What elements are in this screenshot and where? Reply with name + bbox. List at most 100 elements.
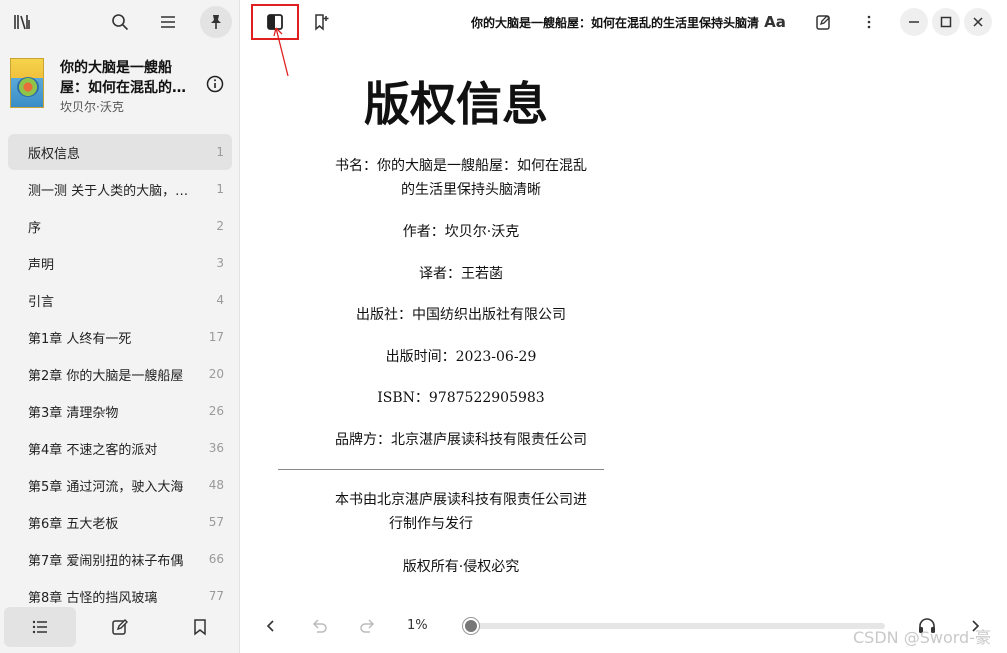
menu-button[interactable] [152,6,184,38]
toc-item-label: 第2章 你的大脑是一艘船屋 [28,368,184,384]
prev-page-icon [266,620,274,632]
toc-item-page: 36 [208,441,224,455]
toc-item-page: 66 [208,552,224,566]
minimize-icon [909,21,919,23]
redo-button[interactable] [354,612,382,640]
toc-item-label: 第1章 人终有一死 [28,331,132,347]
toc-item-label: 声明 [28,257,55,273]
toc-item[interactable]: 第5章 通过河流，驶入大海 48 [8,467,232,503]
redo-icon [360,619,375,633]
toc-item-page: 48 [208,478,224,492]
toc-item[interactable]: 测一测 关于人类的大脑，你… 1 [8,171,232,207]
toc-item-label: 第7章 爱闹别扭的袜子布偶 [28,553,184,569]
divider [278,469,604,470]
font-settings-button[interactable]: Aa [759,6,791,38]
production-note-line-2: 行制作与发行 [389,516,473,532]
production-note-line-1: 本书由北京湛庐展读科技有限责任公司进 [335,492,587,508]
prev-page-button[interactable] [257,612,285,640]
document-title: 你的大脑是一艘船屋：如何在混乱的生活里保持头脑清 [471,16,760,30]
toc-item-label: 序 [28,220,42,236]
book-title: 你的大脑是一艘船屋：如何在混乱的… [60,60,186,96]
toc-item[interactable]: 第3章 清理杂物 26 [8,393,232,429]
toc-item-page: 57 [208,515,224,529]
toc-item[interactable]: 第6章 五大老板 57 [8,504,232,540]
toc-item-page: 1 [216,145,224,159]
toc-item-page: 26 [208,404,224,418]
minimize-button[interactable] [900,8,928,36]
toc-item-label: 第4章 不速之客的派对 [28,442,158,458]
info-icon [206,75,224,93]
close-button[interactable] [964,8,992,36]
sidebar: 你的大脑是一艘船屋：如何在混乱的… 坎贝尔·沃克 版权信息 1 测一测 关于人类的大… [0,0,240,653]
toc-item-page: 1 [216,182,224,196]
toc-item[interactable]: 第1章 人终有一死 17 [8,319,232,355]
close-icon [973,17,983,27]
book-author: 坎贝尔·沃克 [60,100,124,114]
progress-handle[interactable] [463,618,480,634]
progress-percent: 1% [407,618,428,633]
isbn-line: ISBN：9787522905983 [377,390,545,406]
toc-item[interactable]: 版权信息 1 [8,134,232,170]
reading-pane: 版权信息 书名：你的大脑是一艘船屋：如何在混乱 的生活里保持头脑清晰 作者：坎贝… [241,44,1007,600]
translator-line: 译者：王若菡 [419,266,503,282]
toc-item[interactable]: 第2章 你的大脑是一艘船屋 20 [8,356,232,392]
toc-item-label: 第6章 五大老板 [28,516,119,532]
book-name-line: 书名：你的大脑是一艘船屋：如何在混乱 的生活里保持头脑清晰 [301,154,621,202]
publisher-line: 出版社：中国纺织出版社有限公司 [356,307,566,323]
more-button[interactable] [853,6,885,38]
maximize-icon [940,16,952,28]
toc-item-label: 第5章 通过河流，驶入大海 [28,479,184,495]
toc-item-page: 20 [208,367,224,381]
search-icon [112,14,129,31]
bookmark-icon [194,619,206,636]
menu-icon [161,16,175,28]
author-line: 作者：坎贝尔·沃克 [402,224,520,240]
search-button[interactable] [104,6,136,38]
publish-date-line: 出版时间：2023-06-29 [385,349,537,365]
undo-icon [312,619,327,633]
undo-button[interactable] [305,612,333,640]
progress-slider[interactable] [463,618,885,634]
edit-note-button[interactable] [807,6,839,38]
font-settings-icon: Aa [764,13,786,31]
toc-item-label: 测一测 关于人类的大脑，你… [28,183,200,199]
sidebar-tabs [0,603,240,653]
book-info-button[interactable] [205,74,225,94]
book-cover [10,58,44,108]
tab-bookmarks[interactable] [164,607,236,647]
bookmark-add-icon [315,14,329,31]
toc-item[interactable]: 第7章 爱闹别扭的袜子布偶 66 [8,541,232,577]
toc-item-label: 第8章 古怪的挡风玻璃 [28,590,158,604]
toc-item-page: 17 [208,330,224,344]
book-name-line-2: 的生活里保持头脑清晰 [401,182,541,198]
book-name-line-1: 书名：你的大脑是一艘船屋：如何在混乱 [335,158,587,174]
toc-item[interactable]: 第8章 古怪的挡风玻璃 77 [8,578,232,603]
toc-item-page: 2 [216,219,224,233]
toc-item-page: 4 [216,293,224,307]
maximize-button[interactable] [932,8,960,36]
toc-item-page: 3 [216,256,224,270]
rights-line: 版权所有·侵权必究 [402,559,520,575]
book-info-card[interactable]: 你的大脑是一艘船屋：如何在混乱的… 坎贝尔·沃克 [10,58,235,116]
toc-icon [32,620,47,634]
add-bookmark-button[interactable] [305,6,337,38]
toc-item-page: 77 [208,589,224,603]
sidebar-toolbar [0,0,240,44]
toc-item[interactable]: 第4章 不速之客的派对 36 [8,430,232,466]
toc-item[interactable]: 声明 3 [8,245,232,281]
notes-icon [112,619,128,635]
production-note: 本书由北京湛庐展读科技有限责任公司进 行制作与发行 [301,488,621,536]
library-button[interactable] [6,6,38,38]
pin-button[interactable] [200,6,232,38]
toc-item[interactable]: 序2 [8,208,232,244]
page-title: 版权信息 [364,77,548,131]
watermark: CSDN @Sword-豪 [853,628,991,647]
tab-notes[interactable] [84,607,156,647]
toc-item-label: 版权信息 [28,146,81,162]
toc-item-label: 第3章 清理杂物 [28,405,119,421]
toc-item-label: 引言 [28,294,55,310]
more-icon [867,15,871,29]
toc-item[interactable]: 引言 4 [8,282,232,318]
tab-toc[interactable] [4,607,76,647]
reader-header: 你的大脑是一艘船屋：如何在混乱的生活里保持头脑清 Aa [241,0,1007,44]
